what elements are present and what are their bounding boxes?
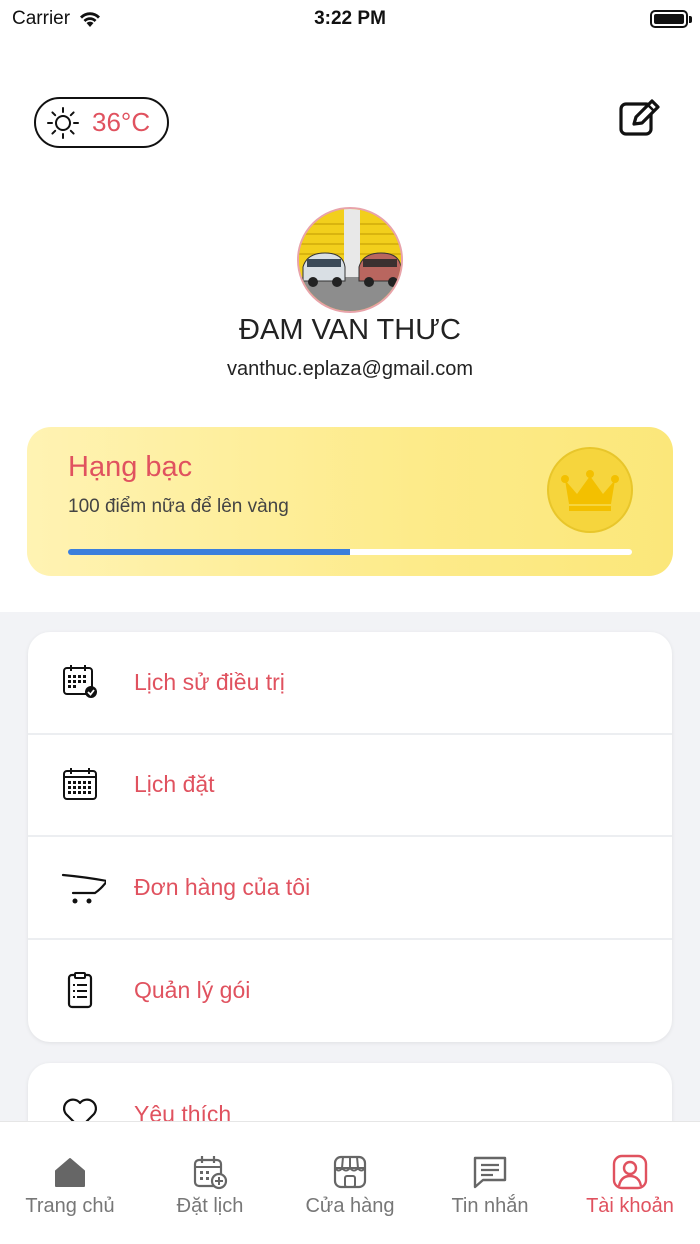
avatar[interactable] [297, 207, 403, 313]
menu-item-label: Quản lý gói [134, 977, 251, 1004]
rank-progress-bar [68, 549, 632, 555]
rank-subtitle: 100 điểm nữa để lên vàng [68, 496, 289, 517]
tab-account[interactable]: Tài khoản [560, 1122, 700, 1244]
tab-messages[interactable]: Tin nhắn [420, 1122, 560, 1244]
menu-item-bookings[interactable]: Lịch đặt [28, 735, 672, 837]
calendar-add-icon [193, 1156, 228, 1190]
menu-item-label: Lịch đặt [134, 771, 215, 798]
tab-label: Trang chủ [25, 1195, 115, 1217]
tab-store[interactable]: Cửa hàng [280, 1122, 420, 1244]
calendar-icon [63, 767, 97, 800]
tab-home[interactable]: Trang chủ [0, 1122, 140, 1244]
tab-bar: Trang chủ Đặt lịch Cửa hàng Tin nhắn Tài… [0, 1121, 700, 1244]
clock: 3:22 PM [314, 8, 386, 29]
avatar-image [299, 209, 401, 311]
weather-widget[interactable]: 36°C [34, 97, 169, 148]
rank-title: Hạng bạc [68, 451, 193, 483]
tab-label: Đặt lịch [176, 1195, 244, 1217]
tab-booking[interactable]: Đặt lịch [140, 1122, 280, 1244]
crown-icon [561, 470, 619, 511]
status-bar: Carrier 3:22 PM [0, 0, 700, 40]
rank-badge [547, 447, 633, 533]
menu-item-label: Lịch sử điều trị [134, 668, 285, 695]
sun-icon [47, 106, 79, 139]
menu-item-treatment-history[interactable]: Lịch sử điều trị [28, 632, 672, 735]
message-icon [473, 1156, 507, 1189]
rank-progress-fill [68, 549, 350, 555]
user-name: ĐAM VAN THƯC [239, 314, 461, 346]
tab-label: Cửa hàng [305, 1195, 395, 1217]
cart-icon [61, 874, 106, 904]
edit-icon [619, 99, 660, 136]
user-email: vanthuc.eplaza@gmail.com [227, 358, 473, 380]
store-icon [333, 1155, 367, 1189]
tab-label: Tài khoản [586, 1195, 674, 1217]
tab-label: Tin nhắn [451, 1195, 529, 1217]
weather-temperature: 36°C [92, 107, 151, 137]
account-icon [612, 1154, 648, 1190]
membership-rank-card[interactable]: Hạng bạc 100 điểm nữa để lên vàng [27, 427, 673, 576]
menu-card: Lịch sử điều trị Lịch đặt Đơn hàng của t… [28, 632, 672, 1042]
battery-icon [650, 10, 692, 28]
calendar-check-icon [63, 665, 97, 699]
menu-item-manage-packages[interactable]: Quản lý gói [28, 940, 672, 1043]
home-icon [55, 1158, 85, 1187]
menu-item-my-orders[interactable]: Đơn hàng của tôi [28, 837, 672, 940]
clipboard-icon [67, 971, 93, 1008]
menu-item-label: Đơn hàng của tôi [134, 873, 311, 900]
edit-profile-button[interactable] [618, 98, 662, 138]
